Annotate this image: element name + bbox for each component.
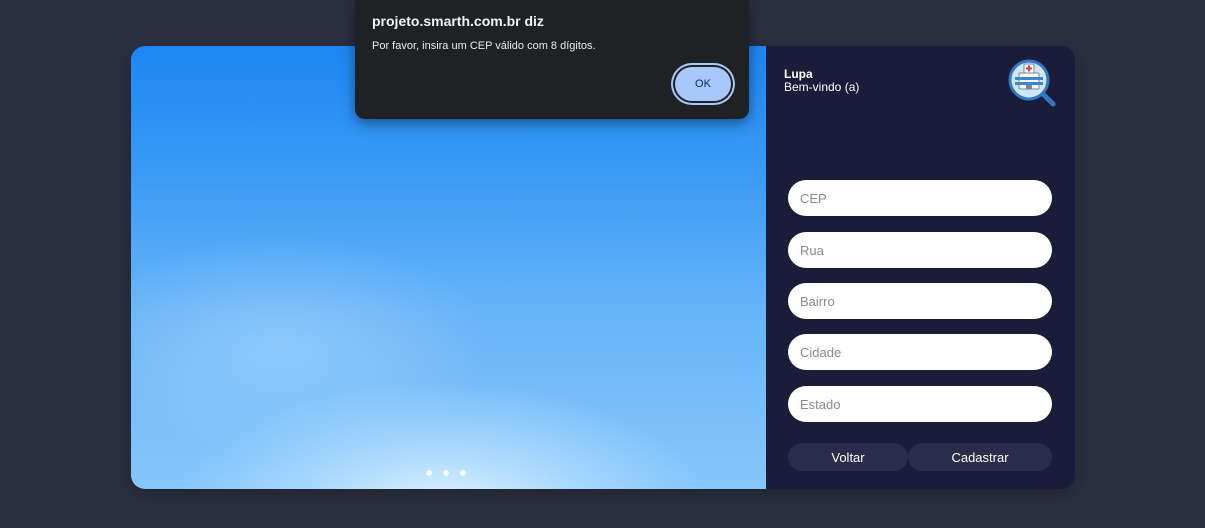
carousel-dot[interactable]	[460, 470, 466, 476]
alert-dialog: projeto.smarth.com.br diz Por favor, ins…	[355, 0, 749, 119]
carousel-dot[interactable]	[426, 470, 432, 476]
ok-button[interactable]: OK	[675, 67, 731, 101]
welcome-text: Bem-vindo (a)	[784, 80, 860, 94]
dialog-title: projeto.smarth.com.br diz	[372, 13, 544, 29]
carousel-dots	[426, 470, 466, 476]
rua-input[interactable]	[788, 232, 1052, 268]
estado-input[interactable]	[788, 386, 1052, 422]
cep-input[interactable]	[788, 180, 1052, 216]
register-button[interactable]: Cadastrar	[908, 443, 1052, 471]
carousel-dot[interactable]	[443, 470, 449, 476]
cidade-input[interactable]	[788, 334, 1052, 370]
hospital-magnifier-icon	[1008, 59, 1056, 107]
form-panel: Lupa Bem-vindo (a) Voltar Cadastrar	[766, 46, 1075, 489]
bairro-input[interactable]	[788, 283, 1052, 319]
brand: Lupa Bem-vindo (a)	[784, 68, 859, 94]
dialog-message: Por favor, insira um CEP válido com 8 dí…	[372, 40, 596, 52]
back-button[interactable]: Voltar	[788, 443, 908, 471]
